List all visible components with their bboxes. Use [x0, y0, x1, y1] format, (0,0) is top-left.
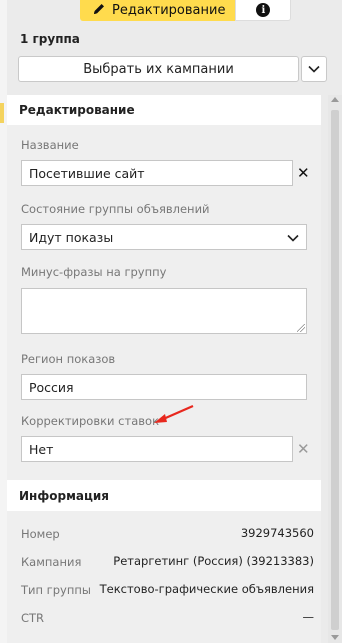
minus-phrases-textarea[interactable]	[21, 288, 307, 334]
panel-tabs: Редактирование i	[80, 0, 292, 21]
status-select-value: Идут показы	[29, 229, 114, 245]
status-label: Состояние группы объявлений	[21, 202, 210, 216]
tab-edit-label: Редактирование	[112, 3, 226, 18]
bid-adjustments-field[interactable]: Нет	[21, 436, 293, 462]
tab-info[interactable]: i	[235, 0, 292, 21]
name-label: Название	[21, 138, 79, 152]
pencil-icon	[92, 2, 106, 20]
minus-phrases-label: Минус-фразы на группу	[21, 265, 167, 279]
red-arrow-annotation	[152, 403, 196, 428]
region-label: Регион показов	[21, 352, 116, 366]
group-count: 1 группа	[20, 32, 80, 46]
info-icon: i	[256, 3, 271, 17]
clear-name-icon[interactable]: ✕	[297, 166, 310, 181]
select-campaigns-button[interactable]: Выбрать их кампании	[18, 56, 299, 82]
status-select[interactable]: Идут показы	[21, 224, 307, 250]
info-section-title: Информация	[19, 489, 109, 503]
bid-adjustments-label: Корректировки ставок	[21, 414, 160, 428]
info-value-campaign: Ретаргетинг (Россия) (39213383)	[113, 554, 314, 568]
info-key-ctr: CTR	[21, 611, 45, 625]
info-value-group-type: Текстово-графические объявления	[99, 582, 314, 596]
scroll-down-icon[interactable]	[331, 635, 339, 640]
info-key-number: Номер	[21, 527, 60, 541]
info-key-group-type: Тип группы	[21, 583, 91, 597]
resize-grip-icon[interactable]	[297, 324, 305, 332]
status-chevron-down-icon	[287, 230, 299, 245]
info-value-ctr: —	[302, 610, 315, 624]
name-field[interactable]: Посетившие сайт	[21, 160, 293, 186]
clear-bid-icon[interactable]: ✕	[297, 442, 310, 457]
tab-edit[interactable]: Редактирование	[80, 0, 236, 21]
left-edge-strip	[0, 0, 7, 643]
region-field[interactable]: Россия	[21, 374, 307, 400]
edit-section-title: Редактирование	[19, 103, 135, 117]
info-key-campaign: Кампания	[21, 555, 82, 569]
left-edge-marker	[0, 103, 4, 123]
scroll-up-icon[interactable]	[331, 97, 339, 102]
chevron-down-icon	[308, 62, 320, 76]
campaigns-dropdown-button[interactable]	[301, 56, 327, 82]
info-value-number: 3929743560	[240, 526, 314, 540]
scrollbar-thumb[interactable]	[331, 110, 339, 630]
